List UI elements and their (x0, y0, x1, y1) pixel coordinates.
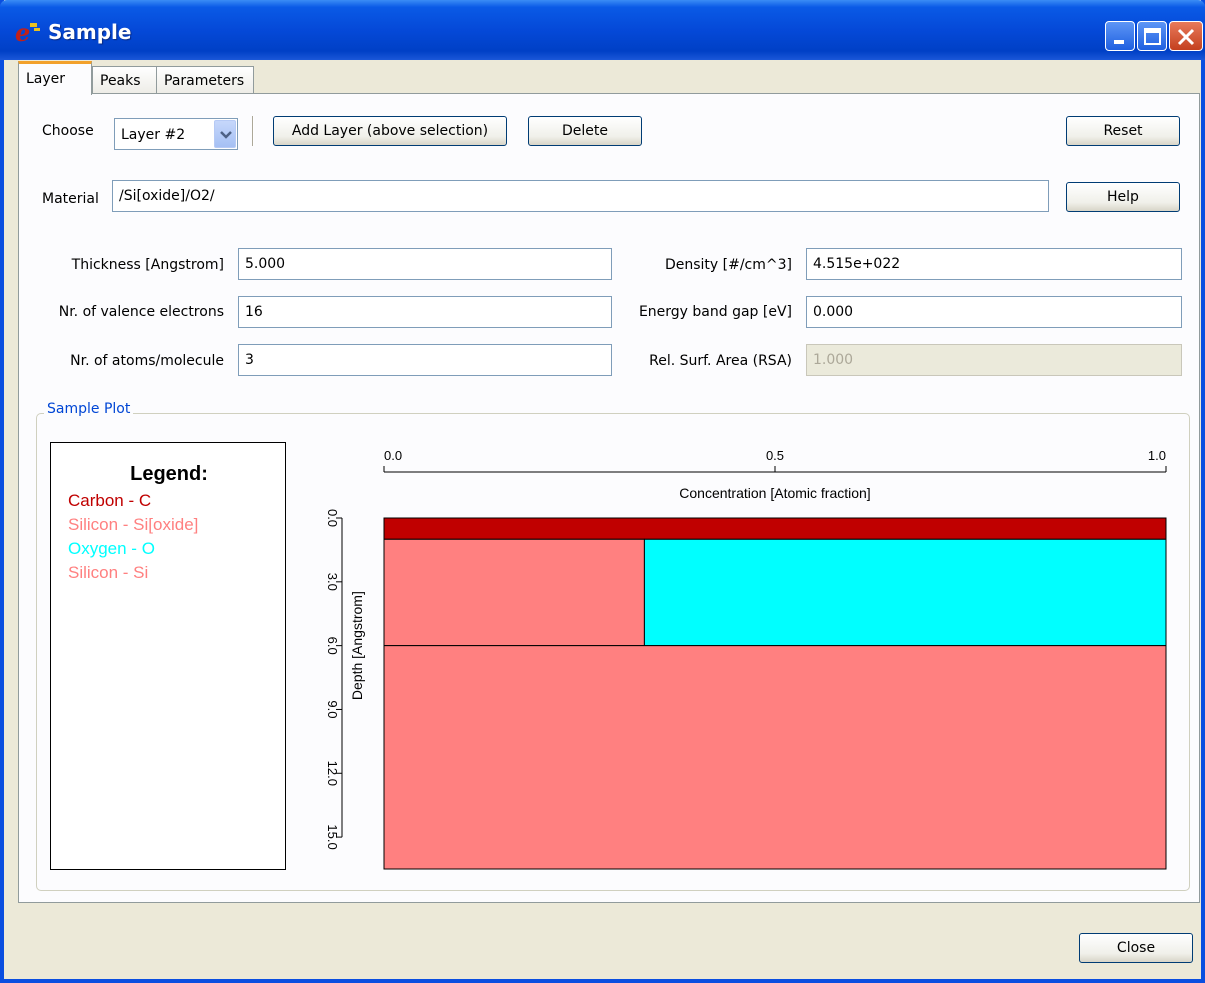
toolbar-separator (252, 116, 254, 146)
y-tick-label: 12.0 (325, 761, 340, 786)
y-tick-label: 6.0 (325, 637, 340, 655)
y-tick-label: 9.0 (325, 700, 340, 718)
legend-item: Carbon - C (68, 491, 152, 510)
y-axis-label: Depth [Angstrom] (349, 591, 365, 700)
depth-profile-chart: 0.0 0.5 1.0 Concentration [Atomic fraction]… (325, 448, 1167, 870)
maximize-icon (1144, 28, 1161, 45)
add-layer-button[interactable]: Add Layer (above selection) (273, 116, 507, 146)
layer-select[interactable]: Layer #2 (114, 118, 238, 150)
rsa-input: 1.000 (806, 344, 1182, 376)
layer-segment (383, 517, 1167, 540)
legend-item: Oxygen - O (68, 539, 155, 558)
atoms-input[interactable]: 3 (238, 344, 612, 376)
close-window-button[interactable] (1169, 21, 1203, 51)
bandgap-label: Energy band gap [eV] (638, 304, 792, 320)
sample-plot-title: Sample Plot (44, 401, 134, 417)
reset-button[interactable]: Reset (1066, 116, 1180, 146)
valence-input[interactable]: 16 (238, 296, 612, 328)
minimize-button[interactable] (1105, 21, 1135, 51)
tab-layer[interactable]: Layer (18, 61, 92, 95)
layer-segment (383, 645, 1167, 870)
x-tick-label: 1.0 (1148, 448, 1166, 463)
close-button[interactable]: Close (1079, 933, 1193, 963)
y-tick-label: 3.0 (325, 573, 340, 591)
choose-label: Choose (42, 123, 94, 139)
x-tick-label: 0.0 (384, 448, 402, 463)
x-tick-label: 0.5 (766, 448, 784, 463)
atoms-label: Nr. of atoms/molecule (70, 353, 224, 369)
maximize-button[interactable] (1137, 21, 1167, 51)
layer-select-value: Layer #2 (121, 127, 186, 143)
layer-segment (383, 538, 645, 647)
rsa-label: Rel. Surf. Area (RSA) (649, 353, 792, 369)
delete-button[interactable]: Delete (528, 116, 642, 146)
legend-title: Legend: (130, 463, 208, 485)
thickness-label: Thickness [Angstrom] (71, 257, 224, 273)
density-label: Density [#/cm^3] (664, 257, 792, 273)
legend-item: Silicon - Si (68, 563, 149, 582)
thickness-input[interactable]: 5.000 (238, 248, 612, 280)
layer-segment (643, 538, 1167, 647)
legend-item: Silicon - Si[oxide] (68, 515, 199, 534)
bandgap-input[interactable]: 0.000 (806, 296, 1182, 328)
close-icon (1177, 28, 1195, 46)
y-tick-label: 15.0 (325, 824, 340, 849)
svg-text:e: e (15, 20, 30, 46)
x-axis-label: Concentration [Atomic fraction] (679, 485, 870, 501)
minimize-icon (1114, 40, 1124, 44)
help-button[interactable]: Help (1066, 182, 1180, 212)
valence-label: Nr. of valence electrons (58, 304, 224, 320)
material-label: Material (42, 191, 99, 207)
plot-legend: Legend: Carbon - C Silicon - Si[oxide] O… (50, 442, 286, 870)
chevron-down-icon[interactable] (214, 120, 236, 148)
app-icon: e (15, 20, 40, 46)
window-title: Sample (48, 20, 132, 44)
title-bar[interactable]: e Sample (0, 0, 1205, 60)
material-input[interactable]: /Si[oxide]/O2/ (112, 180, 1049, 212)
y-tick-label: 0.0 (325, 509, 340, 527)
density-input[interactable]: 4.515e+022 (806, 248, 1182, 280)
tab-parameters[interactable]: Parameters (156, 66, 254, 95)
